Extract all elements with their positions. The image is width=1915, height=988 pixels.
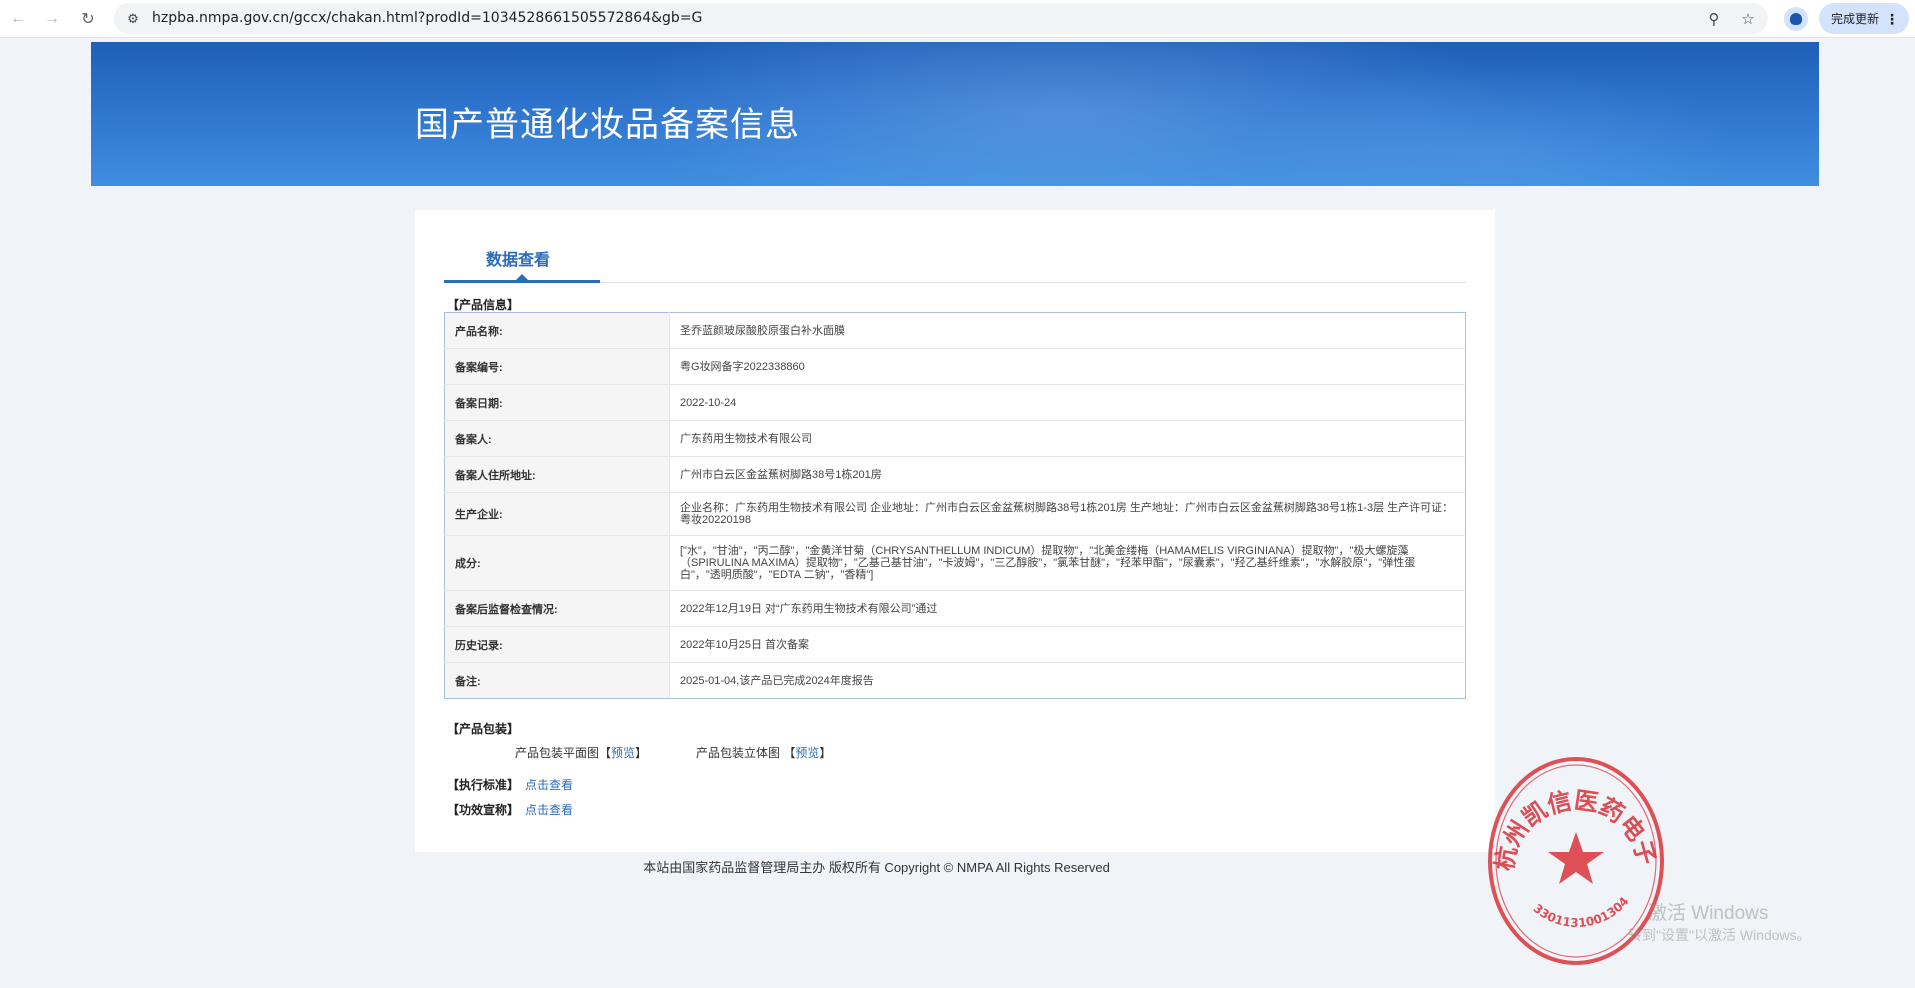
windows-watermark-title: 激活 Windows bbox=[1648, 903, 1769, 924]
row-label: 历史记录: bbox=[444, 626, 670, 663]
row-value: 广州市白云区金盆蕉树脚路38号1栋201房 bbox=[669, 456, 1466, 493]
update-button[interactable]: 完成更新 ⋮ bbox=[1819, 3, 1909, 34]
claim-label: 【功效宣称】 bbox=[447, 803, 520, 817]
table-row: 备案后监督检查情况: 2022年12月19日 对“广东药用生物技术有限公司”通过 bbox=[444, 590, 1466, 627]
product-info-heading: 【产品信息】 bbox=[447, 298, 520, 312]
tab-data-view-label: 数据查看 bbox=[486, 252, 551, 269]
row-value: 圣乔蓝颜玻尿酸胶原蛋白补水面膜 bbox=[680, 324, 845, 337]
row-value: 粤G妆网备字2022338860 bbox=[669, 348, 1466, 385]
back-arrow-icon[interactable]: ← bbox=[6, 7, 30, 31]
profile-avatar-icon[interactable] bbox=[1784, 7, 1808, 31]
row-value: 2022年12月19日 对“广东药用生物技术有限公司”通过 bbox=[669, 590, 1466, 627]
claim-view-link[interactable]: 点击查看 bbox=[525, 803, 573, 817]
windows-watermark-subtitle: 转到"设置"以激活 Windows。 bbox=[1628, 927, 1811, 943]
more-menu-icon[interactable]: ⋮ bbox=[1885, 11, 1899, 28]
row-label: 备案后监督检查情况: bbox=[444, 590, 670, 627]
tab-data-view[interactable]: 数据查看 bbox=[444, 234, 600, 283]
update-button-label: 完成更新 bbox=[1831, 12, 1880, 26]
row-value: 2022-10-24 bbox=[669, 384, 1466, 421]
package-flat-line: 产品包装平面图【预览】 bbox=[515, 746, 648, 760]
address-bar[interactable]: ⚙ hzpba.nmpa.gov.cn/gccx/chakan.html?pro… bbox=[114, 3, 1768, 34]
row-label: 备案日期: bbox=[444, 384, 670, 421]
standard-line: 【执行标准】 点击查看 bbox=[447, 776, 573, 793]
package-solid-preview-link[interactable]: 预览 bbox=[795, 746, 819, 760]
table-row: 备案编号: 粤G妆网备字2022338860 bbox=[444, 348, 1466, 385]
table-row: 生产企业: 企业名称：广东药用生物技术有限公司 企业地址：广州市白云区金盆蕉树脚… bbox=[444, 492, 1466, 536]
content-card: 数据查看 【产品信息】 产品名称: 圣乔蓝颜玻尿酸胶原蛋白补水面膜 备案编号: … bbox=[415, 210, 1495, 852]
package-flat-label: 产品包装平面图 bbox=[515, 746, 600, 760]
row-value: 企业名称：广东药用生物技术有限公司 企业地址：广州市白云区金盆蕉树脚路38号1栋… bbox=[669, 492, 1466, 536]
header-banner: 国产普通化妆品备案信息 bbox=[91, 42, 1819, 186]
page-title: 国产普通化妆品备案信息 bbox=[415, 105, 800, 145]
standard-label: 【执行标准】 bbox=[447, 778, 520, 792]
row-label: 成分: bbox=[444, 535, 670, 591]
table-row: 备案人: 广东药用生物技术有限公司 bbox=[444, 420, 1466, 457]
tab-bar: 数据查看 bbox=[444, 234, 1466, 283]
site-info-icon[interactable]: ⚙ bbox=[124, 10, 142, 28]
table-row: 历史记录: 2022年10月25日 首次备案 bbox=[444, 626, 1466, 663]
table-row: 备注: 2025-01-04,该产品已完成2024年度报告 bbox=[444, 662, 1466, 699]
row-label: 备案人住所地址: bbox=[444, 456, 670, 493]
standard-view-link[interactable]: 点击查看 bbox=[525, 778, 573, 792]
row-label: 备注: bbox=[444, 662, 670, 699]
row-value: 2022年10月25日 首次备案 bbox=[669, 626, 1466, 663]
row-label: 备案编号: bbox=[444, 348, 670, 385]
table-row: 产品名称: 圣乔蓝颜玻尿酸胶原蛋白补水面膜 bbox=[444, 312, 1466, 349]
package-flat-preview-link[interactable]: 预览 bbox=[611, 746, 635, 760]
row-label: 生产企业: bbox=[444, 492, 670, 536]
zoom-icon[interactable]: ⚲ bbox=[1704, 9, 1724, 29]
row-value: 2025-01-04,该产品已完成2024年度报告 bbox=[669, 662, 1466, 699]
table-row: 备案人住所地址: 广州市白云区金盆蕉树脚路38号1栋201房 bbox=[444, 456, 1466, 493]
bookmark-star-icon[interactable]: ☆ bbox=[1738, 9, 1758, 29]
package-solid-line: 产品包装立体图 【预览】 bbox=[696, 746, 832, 760]
tab-caret-icon bbox=[516, 274, 528, 280]
package-heading: 【产品包装】 bbox=[447, 722, 520, 736]
table-row: 成分: ["水"，"甘油"，"丙二醇"，"金黄洋甘菊（CHRYSANTHELLU… bbox=[444, 535, 1466, 591]
row-label: 备案人: bbox=[444, 420, 670, 457]
row-label: 产品名称: bbox=[444, 312, 670, 349]
browser-toolbar: ← → ↻ ⚙ hzpba.nmpa.gov.cn/gccx/chakan.ht… bbox=[0, 0, 1915, 38]
url-text[interactable]: hzpba.nmpa.gov.cn/gccx/chakan.html?prodI… bbox=[152, 10, 702, 26]
claim-line: 【功效宣称】 点击查看 bbox=[447, 801, 573, 818]
forward-arrow-icon[interactable]: → bbox=[40, 7, 64, 31]
table-row: 备案日期: 2022-10-24 bbox=[444, 384, 1466, 421]
reload-icon[interactable]: ↻ bbox=[76, 7, 100, 31]
product-info-table: 产品名称: 圣乔蓝颜玻尿酸胶原蛋白补水面膜 备案编号: 粤G妆网备字202233… bbox=[444, 312, 1466, 699]
row-value: ["水"，"甘油"，"丙二醇"，"金黄洋甘菊（CHRYSANTHELLUM IN… bbox=[669, 535, 1466, 591]
footer-text: 本站由国家药品监督管理局主办 版权所有 Copyright © NMPA All… bbox=[643, 860, 1110, 875]
package-solid-label: 产品包装立体图 bbox=[696, 746, 781, 760]
row-value: 广东药用生物技术有限公司 bbox=[669, 420, 1466, 457]
